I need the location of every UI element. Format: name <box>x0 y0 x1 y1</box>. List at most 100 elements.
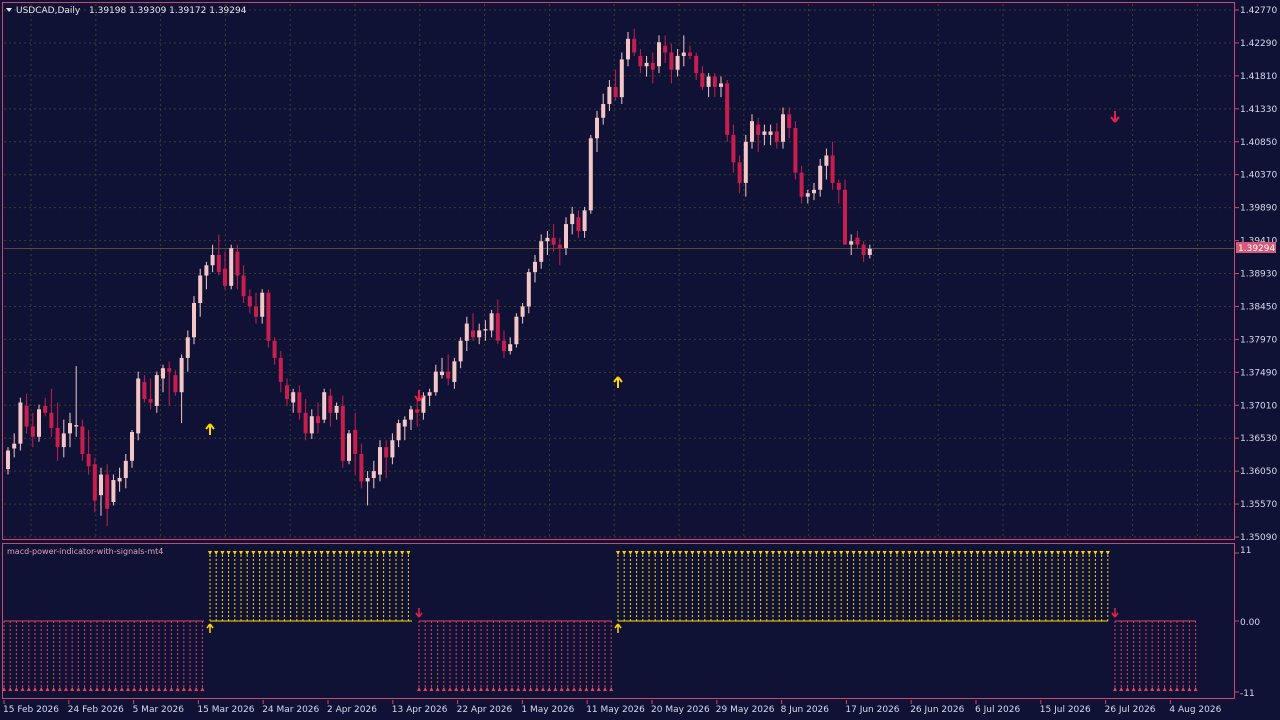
negative-histogram-marker <box>603 687 607 691</box>
price-tick-label: 1.35570 <box>1240 500 1277 510</box>
candle-body <box>179 357 184 393</box>
candle-body <box>303 412 308 434</box>
positive-histogram-marker <box>696 551 701 555</box>
positive-histogram-marker <box>301 551 305 555</box>
positive-histogram-marker <box>375 551 380 555</box>
indicator-level-top: 11 <box>1240 546 1251 556</box>
candle-body <box>508 344 513 352</box>
candle-body <box>390 440 395 458</box>
candle-body <box>446 371 451 379</box>
positive-histogram-marker <box>926 551 930 555</box>
candle-body <box>700 73 705 87</box>
negative-histogram-marker <box>454 687 459 691</box>
price-tick-label: 1.37970 <box>1240 335 1277 345</box>
positive-histogram-marker <box>294 551 299 555</box>
candle-body <box>495 313 500 341</box>
candle-body <box>6 450 10 470</box>
negative-histogram-marker <box>466 687 471 691</box>
candle-body <box>291 392 296 403</box>
negative-histogram-marker <box>547 687 552 691</box>
candle-body <box>471 330 475 338</box>
time-tick-label: 24 Mar 2026 <box>262 705 319 715</box>
negative-histogram-marker <box>1125 687 1130 691</box>
negative-histogram-marker <box>14 687 19 691</box>
price-tick-label: 1.41810 <box>1240 72 1277 82</box>
candle-body <box>43 405 48 413</box>
negative-histogram-marker <box>163 687 168 691</box>
positive-histogram-marker <box>808 551 813 555</box>
negative-histogram-marker <box>150 687 155 691</box>
candle-body <box>675 55 680 70</box>
candle-body <box>433 371 438 393</box>
time-tick-label: 15 Feb 2026 <box>3 705 59 715</box>
positive-histogram-marker <box>733 551 738 555</box>
candle-body <box>427 392 432 396</box>
candle-body <box>86 453 91 467</box>
positive-histogram-marker <box>1050 551 1054 555</box>
positive-histogram-marker <box>1105 551 1110 555</box>
negative-histogram-marker <box>107 687 112 691</box>
positive-histogram-marker <box>338 551 343 555</box>
symbol-menu-icon[interactable] <box>6 8 12 12</box>
negative-histogram-marker <box>441 687 446 691</box>
positive-histogram-marker <box>919 551 924 555</box>
negative-histogram-marker <box>516 687 521 691</box>
candle-body <box>582 210 587 231</box>
negative-histogram-marker <box>479 687 483 691</box>
positive-histogram-marker <box>802 551 806 555</box>
positive-histogram-marker <box>789 551 794 555</box>
negative-histogram-marker <box>33 687 37 691</box>
positive-histogram-marker <box>671 551 676 555</box>
positive-histogram-marker <box>938 551 943 555</box>
candle-body <box>570 213 575 225</box>
price-chart-canvas[interactable]: 1.42770 1.42290 1.41810 1.41330 1.40850 1.403… <box>0 0 1280 720</box>
positive-histogram-marker <box>270 551 274 555</box>
positive-histogram-marker <box>709 551 713 555</box>
time-tick-label: 26 Jun 2026 <box>910 705 964 715</box>
candle-body <box>787 114 792 129</box>
positive-histogram-marker <box>257 551 262 555</box>
candle-body <box>440 371 444 376</box>
price-tick-label: 1.42290 <box>1240 39 1277 49</box>
positive-histogram-marker <box>690 551 695 555</box>
negative-histogram-marker <box>429 687 434 691</box>
price-tick-label: 1.40370 <box>1240 171 1277 181</box>
positive-histogram-marker <box>344 551 349 555</box>
time-tick-label: 15 Jul 2026 <box>1040 705 1091 715</box>
positive-histogram-marker <box>777 551 782 555</box>
negative-histogram-marker <box>584 687 589 691</box>
candle-body <box>24 405 29 427</box>
positive-histogram-marker <box>400 551 405 555</box>
positive-histogram-marker <box>684 551 689 555</box>
candle-body <box>774 131 779 142</box>
candle-body <box>12 443 17 449</box>
positive-histogram-marker <box>307 551 312 555</box>
negative-histogram-marker <box>448 687 452 691</box>
candle-body <box>68 423 72 434</box>
candle-body <box>55 427 60 448</box>
negative-histogram-marker <box>609 687 614 691</box>
negative-histogram-marker <box>70 687 75 691</box>
negative-histogram-marker <box>1131 687 1136 691</box>
positive-histogram-marker <box>1074 551 1079 555</box>
negative-histogram-marker <box>126 687 130 691</box>
candle-body <box>334 405 339 413</box>
negative-histogram-marker <box>132 687 137 691</box>
candle-body <box>464 323 469 341</box>
positive-histogram-marker <box>232 551 237 555</box>
candle-body <box>477 330 482 338</box>
positive-histogram-marker <box>752 551 757 555</box>
candle-body <box>452 361 457 382</box>
price-tick-label: 1.36050 <box>1240 467 1277 477</box>
positive-histogram-marker <box>1043 551 1048 555</box>
time-tick-label: 29 May 2026 <box>716 705 775 715</box>
time-tick-label: 8 Jun 2026 <box>781 705 830 715</box>
negative-histogram-marker <box>8 687 13 691</box>
positive-histogram-marker <box>350 551 355 555</box>
positive-histogram-marker <box>702 551 707 555</box>
candle-body <box>731 134 736 163</box>
negative-histogram-marker <box>522 687 527 691</box>
positive-histogram-marker <box>622 551 627 555</box>
candle-body <box>142 381 147 400</box>
candle-body <box>613 86 618 98</box>
